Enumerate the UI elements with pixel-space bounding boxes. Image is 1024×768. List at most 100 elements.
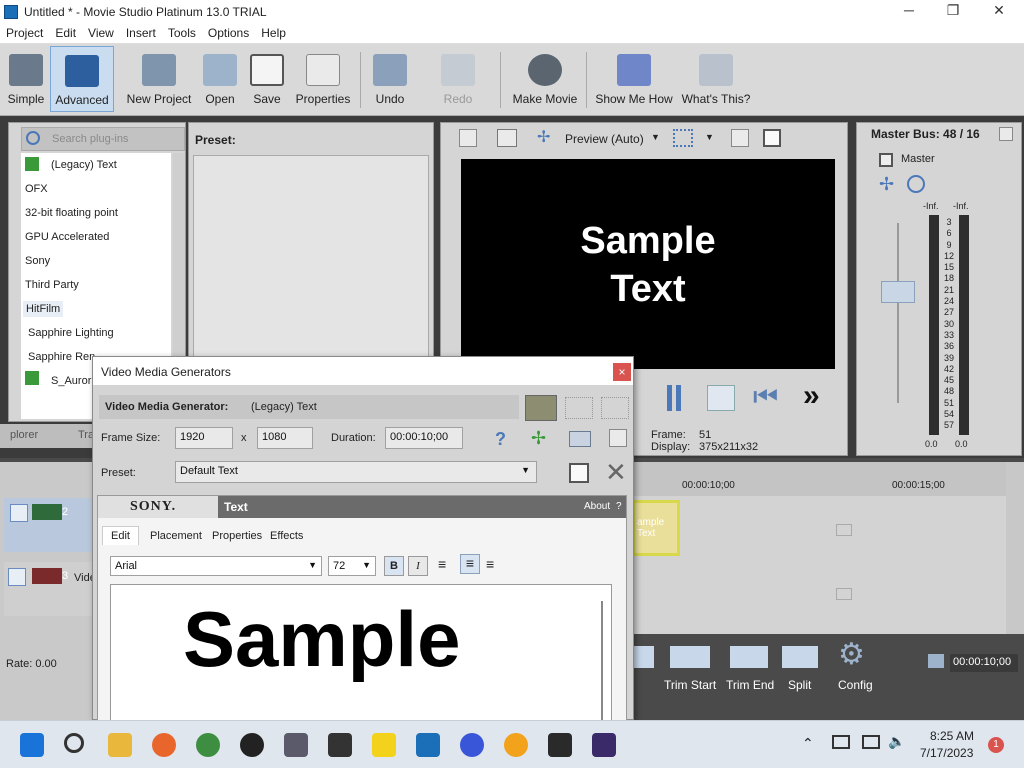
plugin-item[interactable]: 32-bit floating point: [25, 207, 118, 219]
plugin-item[interactable]: GPU Accelerated: [25, 231, 109, 243]
app-v-icon[interactable]: [460, 733, 484, 757]
text-clip[interactable]: ample Text: [632, 500, 680, 556]
firefox-icon[interactable]: [152, 733, 176, 757]
split-button[interactable]: Split: [788, 678, 811, 692]
split-icon[interactable]: ✢: [537, 130, 553, 146]
bold-button[interactable]: B: [384, 556, 404, 576]
about-link[interactable]: About: [584, 501, 610, 512]
menu-help[interactable]: Help: [255, 24, 292, 42]
menu-insert[interactable]: Insert: [120, 24, 162, 42]
simple-button[interactable]: Simple: [2, 46, 50, 112]
help-icon[interactable]: ?: [495, 429, 506, 450]
tab-effects[interactable]: Effects: [270, 530, 303, 542]
frame-width-input[interactable]: 1920: [175, 427, 233, 449]
minimize-button[interactable]: ─: [886, 2, 932, 22]
time-ruler[interactable]: 00:00:10;00 00:00:15;00: [632, 462, 1006, 496]
plugin-item[interactable]: OFX: [25, 183, 48, 195]
go-to-start-icon[interactable]: ⏮: [753, 383, 778, 411]
tab-explorer[interactable]: plorer: [10, 429, 38, 441]
clock-date[interactable]: 7/17/2023: [920, 746, 973, 760]
align-right-icon[interactable]: ≡: [486, 556, 494, 572]
speaker-icon[interactable]: 🔈: [888, 733, 905, 750]
show-me-how-button[interactable]: Show Me How: [594, 46, 674, 112]
trim-end-icon[interactable]: [730, 646, 768, 668]
stop-icon[interactable]: [707, 385, 735, 411]
mute-icon[interactable]: [907, 175, 925, 193]
whats-this-button[interactable]: What's This?: [680, 46, 752, 112]
frame-height-input[interactable]: 1080: [257, 427, 313, 449]
save-snapshot-icon[interactable]: [763, 129, 781, 147]
trim-start-button[interactable]: Trim Start: [664, 678, 716, 692]
network-icon[interactable]: [862, 735, 880, 749]
grid-icon[interactable]: [673, 129, 693, 147]
italic-button[interactable]: I: [408, 556, 428, 576]
duration-input[interactable]: 00:00:10;00: [385, 427, 463, 449]
plugin-item[interactable]: Sapphire Ren: [28, 351, 95, 363]
editor-scrollbar[interactable]: [601, 601, 603, 721]
advanced-button[interactable]: Advanced: [50, 46, 114, 112]
dialog-close-button[interactable]: ×: [613, 363, 631, 381]
plugin-item[interactable]: Third Party: [25, 279, 79, 291]
preview-mode[interactable]: Preview (Auto): [565, 132, 644, 146]
track-header-3[interactable]: 3 Vide: [4, 562, 96, 616]
app-s-icon[interactable]: [504, 733, 528, 757]
app-y-icon[interactable]: [372, 733, 396, 757]
clock-time[interactable]: 8:25 AM: [930, 729, 974, 743]
chrome-icon[interactable]: [196, 733, 220, 757]
preset-select[interactable]: Default Text ▼: [175, 461, 537, 483]
menu-edit[interactable]: Edit: [49, 24, 82, 42]
view-toggle-3[interactable]: [601, 397, 629, 419]
properties-button[interactable]: Properties: [292, 46, 354, 112]
monitor-icon[interactable]: [497, 129, 517, 147]
copy-icon[interactable]: [731, 129, 749, 147]
plugin-item-selected[interactable]: HitFilm: [23, 301, 64, 317]
size-select[interactable]: 72 ▼: [328, 556, 376, 576]
menu-options[interactable]: Options: [202, 24, 255, 42]
save-preset-icon[interactable]: [569, 463, 589, 483]
plugin-help-link[interactable]: ?: [616, 501, 622, 512]
7zip-icon[interactable]: [328, 733, 352, 757]
record-icon[interactable]: [240, 733, 264, 757]
plugin-item[interactable]: Sony: [25, 255, 50, 267]
properties-icon[interactable]: [459, 129, 477, 147]
app-film-icon[interactable]: [592, 733, 616, 757]
menu-view[interactable]: View: [82, 24, 120, 42]
open-button[interactable]: Open: [200, 46, 240, 112]
config-button[interactable]: Config: [838, 678, 873, 692]
trim-end-button[interactable]: Trim End: [726, 678, 774, 692]
new-project-button[interactable]: New Project: [124, 46, 194, 112]
cloud-icon[interactable]: [832, 735, 850, 749]
redo-button[interactable]: Redo: [436, 46, 480, 112]
align-center-icon[interactable]: ≡: [460, 554, 480, 574]
chevron-down-icon[interactable]: ▼: [651, 132, 660, 142]
chevron-up-icon[interactable]: ⌃: [802, 735, 814, 752]
pause-icon[interactable]: [667, 385, 681, 411]
track-expand-icon[interactable]: [8, 568, 26, 586]
make-movie-button[interactable]: Make Movie: [508, 46, 582, 112]
gear-icon[interactable]: ⚙: [838, 640, 865, 670]
fast-forward-icon[interactable]: »: [803, 381, 820, 411]
tab-properties[interactable]: Properties: [212, 530, 262, 542]
plugin-item[interactable]: (Legacy) Text: [51, 159, 117, 171]
plugin-search[interactable]: Search plug-ins: [21, 127, 185, 151]
menu-tools[interactable]: Tools: [162, 24, 202, 42]
search-icon[interactable]: [64, 733, 84, 753]
undo-button[interactable]: Undo: [370, 46, 410, 112]
split-icon[interactable]: [782, 646, 818, 668]
volume-fader[interactable]: [881, 281, 915, 303]
trim-start-icon[interactable]: [670, 646, 710, 668]
notification-badge[interactable]: 1: [988, 737, 1004, 753]
plugin-item[interactable]: Sapphire Lighting: [28, 327, 114, 339]
insert-fx-icon[interactable]: ✢: [879, 175, 894, 193]
video-editor-icon[interactable]: [284, 733, 308, 757]
properties-icon[interactable]: [999, 127, 1013, 141]
media-icon[interactable]: [569, 431, 591, 447]
chevron-down-icon[interactable]: ▼: [705, 132, 714, 142]
file-explorer-icon[interactable]: [108, 733, 132, 757]
trim-icon[interactable]: [632, 646, 654, 668]
restore-button[interactable]: ❐: [930, 2, 976, 22]
close-button[interactable]: ✕: [976, 2, 1022, 22]
properties-icon[interactable]: [609, 429, 627, 447]
davinci-icon[interactable]: [548, 733, 572, 757]
view-toggle-2[interactable]: [565, 397, 593, 419]
